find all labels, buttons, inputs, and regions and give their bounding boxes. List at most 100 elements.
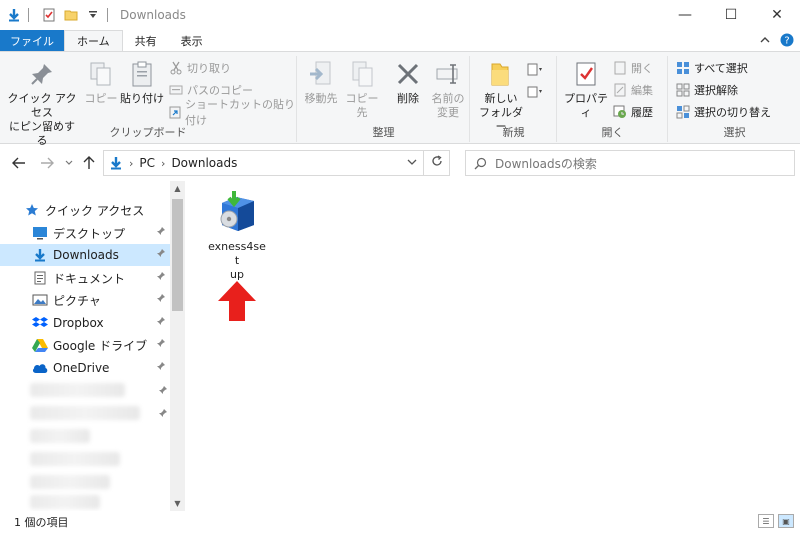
- divider: [28, 8, 29, 22]
- nav-item-desktop[interactable]: デスクトップ: [0, 222, 170, 244]
- details-view-icon[interactable]: ☰: [758, 514, 774, 528]
- properties-quick-icon[interactable]: [41, 7, 57, 23]
- new-item-button[interactable]: [527, 60, 546, 80]
- blurred-nav-item: [30, 406, 140, 420]
- nav-pane-scrollbar[interactable]: ▲ ▼: [170, 181, 185, 511]
- tab-file[interactable]: ファイル: [0, 30, 64, 51]
- breadcrumb-chevron-icon[interactable]: ›: [129, 157, 133, 170]
- pin-icon[interactable]: [156, 338, 166, 351]
- open-icon: [612, 60, 628, 76]
- open-button[interactable]: 開く: [612, 58, 653, 78]
- new-folder-icon: [485, 58, 517, 90]
- document-icon: [32, 270, 48, 286]
- app-folder-icon[interactable]: [6, 7, 22, 23]
- tab-view[interactable]: 表示: [169, 30, 215, 51]
- paste-button[interactable]: 貼り付け: [120, 58, 164, 106]
- edit-button[interactable]: 編集: [612, 80, 653, 100]
- move-to-button[interactable]: 移動先: [302, 58, 340, 106]
- recent-locations-chevron-icon[interactable]: [60, 154, 78, 172]
- help-icon[interactable]: ?: [780, 33, 794, 50]
- new-folder-button[interactable]: 新しい フォルダー: [475, 58, 527, 134]
- blurred-nav-item: [30, 383, 125, 397]
- pin-icon[interactable]: [156, 316, 166, 329]
- breadcrumb-downloads[interactable]: Downloads: [171, 156, 237, 170]
- file-list: exness4set up: [186, 181, 800, 511]
- nav-item-onedrive[interactable]: OneDrive: [0, 357, 170, 379]
- organize-group-label: 整理: [372, 126, 395, 139]
- invert-selection-button[interactable]: 選択の切り替え: [675, 102, 771, 122]
- nav-item-documents[interactable]: ドキュメント: [0, 267, 170, 289]
- back-arrow-icon[interactable]: [10, 154, 28, 172]
- select-all-label: すべて選択: [694, 62, 748, 75]
- edit-icon: [612, 82, 628, 98]
- nav-item-quick-access[interactable]: クイック アクセス: [0, 199, 170, 221]
- address-bar[interactable]: › PC › Downloads: [103, 150, 424, 176]
- organize-group: 移動先 コピー先 削除 名前の 変更 整理: [298, 56, 470, 142]
- file-item-exness4setup[interactable]: exness4set up: [206, 189, 268, 282]
- new-folder-quick-icon[interactable]: [63, 7, 79, 23]
- clipboard-group: クイック アクセス にピン留めする コピー 貼り付け 切り取り パスのコピー シ…: [0, 56, 297, 147]
- refresh-button[interactable]: [424, 150, 450, 176]
- minimize-button[interactable]: —: [662, 0, 708, 30]
- search-input[interactable]: Downloadsの検索: [465, 150, 795, 176]
- delete-x-icon: [392, 58, 424, 90]
- rename-button[interactable]: 名前の 変更: [428, 58, 468, 120]
- pin-icon[interactable]: [156, 293, 166, 306]
- ribbon-tabs: ファイル ホーム 共有 表示 ?: [0, 30, 800, 51]
- nav-item-google-drive[interactable]: Google ドライブ: [0, 334, 170, 356]
- new-group: 新しい フォルダー 新規: [471, 56, 557, 142]
- easy-access-button[interactable]: [527, 82, 546, 102]
- paste-shortcut-button[interactable]: ショートカットの貼り付け: [168, 98, 296, 127]
- breadcrumb-pc[interactable]: PC: [139, 156, 155, 170]
- pin-icon[interactable]: [156, 271, 166, 284]
- move-to-icon: [305, 58, 337, 90]
- invert-selection-icon: [675, 104, 691, 120]
- pin-icon[interactable]: [156, 226, 166, 239]
- pin-icon[interactable]: [156, 248, 166, 261]
- copy-to-button[interactable]: コピー先: [342, 58, 382, 120]
- invert-selection-label: 選択の切り替え: [694, 106, 771, 119]
- cut-button[interactable]: 切り取り: [168, 58, 231, 78]
- select-none-button[interactable]: 選択解除: [675, 80, 738, 100]
- breadcrumb-chevron-icon[interactable]: ›: [161, 157, 165, 170]
- scroll-up-arrow-icon[interactable]: ▲: [170, 181, 185, 196]
- tab-home[interactable]: ホーム: [64, 30, 123, 51]
- large-icons-view-icon[interactable]: ▣: [778, 514, 794, 528]
- blurred-nav-item: [30, 452, 120, 466]
- scrollbar-thumb[interactable]: [172, 199, 183, 311]
- nav-item-downloads[interactable]: Downloads: [0, 244, 170, 266]
- nav-item-label: ピクチャ: [53, 293, 101, 308]
- cut-label: 切り取り: [187, 62, 231, 75]
- pin-icon[interactable]: [156, 361, 166, 374]
- up-arrow-icon[interactable]: [80, 154, 98, 172]
- customize-quick-access-dropdown-icon[interactable]: [85, 7, 101, 23]
- address-dropdown-chevron-icon[interactable]: [407, 156, 417, 169]
- nav-item-pictures[interactable]: ピクチャ: [0, 289, 170, 311]
- maximize-button[interactable]: ☐: [708, 0, 754, 30]
- refresh-icon: [431, 155, 443, 171]
- clipboard-group-label: クリップボード: [109, 126, 187, 139]
- delete-button[interactable]: 削除: [390, 58, 426, 106]
- select-all-button[interactable]: すべて選択: [675, 58, 748, 78]
- select-all-icon: [675, 60, 691, 76]
- scroll-down-arrow-icon[interactable]: ▼: [170, 496, 185, 511]
- copy-to-label: コピー先: [345, 92, 379, 119]
- onedrive-icon: [32, 360, 48, 376]
- nav-item-dropbox[interactable]: Dropbox: [0, 312, 170, 334]
- history-icon: [612, 104, 628, 120]
- paste-shortcut-icon: [168, 104, 182, 120]
- copy-icon: [85, 58, 117, 90]
- pictures-icon: [32, 292, 48, 308]
- installer-box-icon: [214, 189, 260, 238]
- new-item-icon: [527, 62, 543, 78]
- open-group: プロパティ 開く 編集 履歴 開く: [558, 56, 668, 142]
- status-bar: 1 個の項目 ☰ ▣: [0, 511, 800, 533]
- history-button[interactable]: 履歴: [612, 102, 653, 122]
- forward-arrow-icon[interactable]: [38, 154, 56, 172]
- close-button[interactable]: ✕: [754, 0, 800, 30]
- properties-button[interactable]: プロパティ: [562, 58, 610, 120]
- copy-button[interactable]: コピー: [84, 58, 118, 106]
- collapse-ribbon-chevron-icon[interactable]: [760, 35, 770, 48]
- edit-label: 編集: [631, 84, 653, 97]
- tab-share[interactable]: 共有: [123, 30, 169, 51]
